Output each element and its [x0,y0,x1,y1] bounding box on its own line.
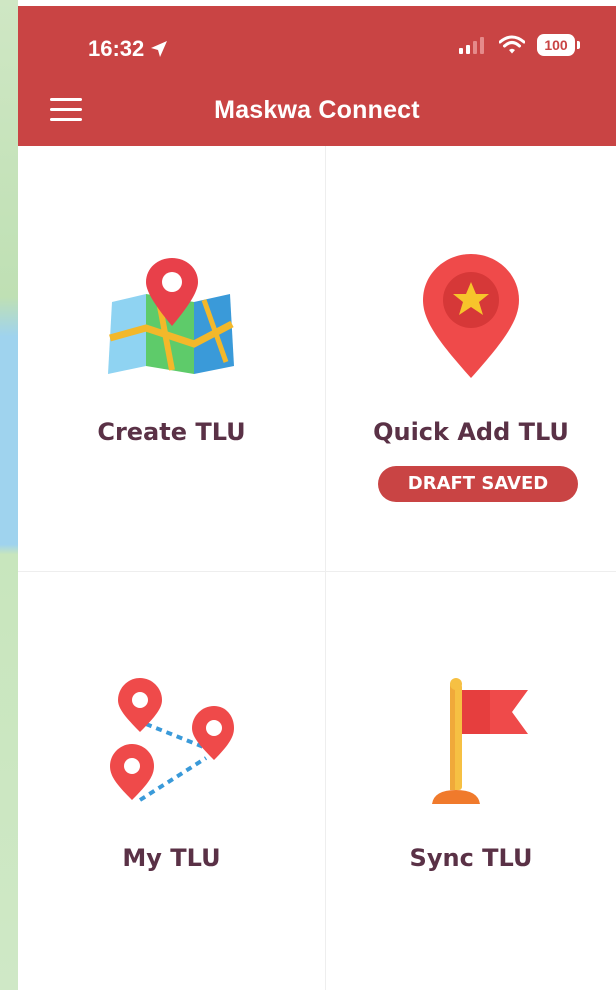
battery-indicator: 100 [537,34,580,56]
quick-add-tlu-tile[interactable]: Quick Add TLU DRAFT SAVED [326,146,616,572]
app-screen: 16:32 100 Maskwa Connect Create TLU Quic… [18,6,616,990]
background-map-strip [0,0,18,990]
sync-tlu-label: Sync TLU [409,844,533,872]
route-pins-icon [110,678,234,802]
location-arrow-icon [151,41,168,57]
my-tlu-label: My TLU [122,844,221,872]
tile-grid: Create TLU Quick Add TLU DRAFT SAVED My … [18,146,616,990]
status-time-text: 16:32 [88,36,145,61]
create-tlu-label: Create TLU [97,418,246,446]
draft-saved-badge: DRAFT SAVED [378,466,578,502]
status-time: 16:32 [88,36,168,62]
app-header: 16:32 100 Maskwa Connect [18,6,616,146]
flag-icon [432,678,528,804]
my-tlu-tile[interactable]: My TLU [18,572,326,990]
battery-level: 100 [537,34,575,56]
signal-icon [459,37,484,54]
wifi-icon [499,35,525,54]
star-pin-icon [423,254,519,378]
map-pin-icon [108,258,234,374]
status-indicators: 100 [459,34,580,56]
quick-add-tlu-label: Quick Add TLU [373,418,569,446]
sync-tlu-tile[interactable]: Sync TLU [326,572,616,990]
app-title: Maskwa Connect [214,96,420,124]
create-tlu-tile[interactable]: Create TLU [18,146,326,572]
